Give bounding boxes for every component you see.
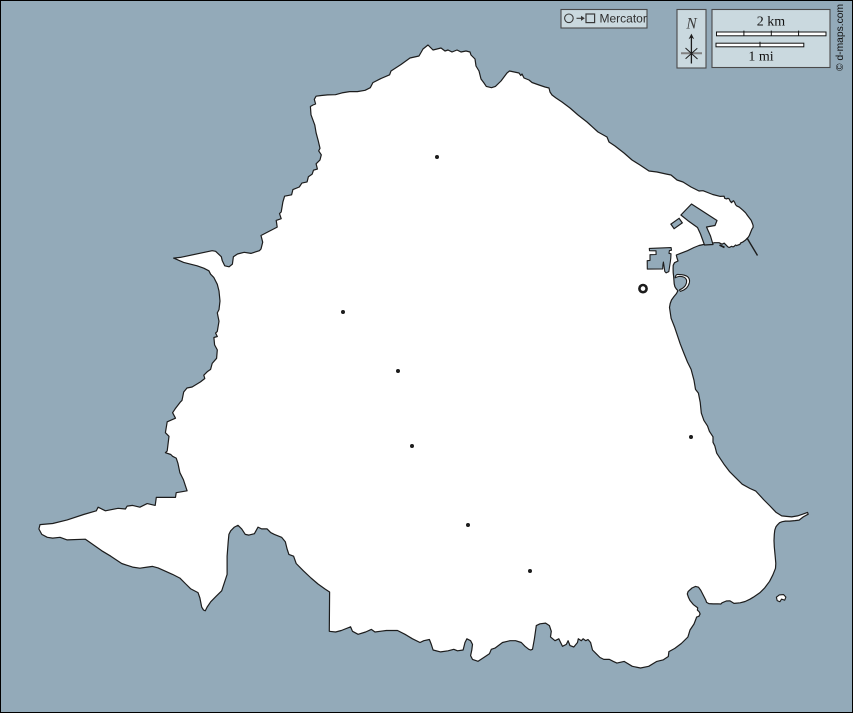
svg-text:© d-maps.com: © d-maps.com: [835, 4, 846, 71]
svg-text:Mercator: Mercator: [600, 12, 647, 26]
svg-text:1 mi: 1 mi: [748, 50, 773, 65]
svg-text:N: N: [685, 16, 698, 33]
svg-text:2 km: 2 km: [757, 15, 786, 30]
